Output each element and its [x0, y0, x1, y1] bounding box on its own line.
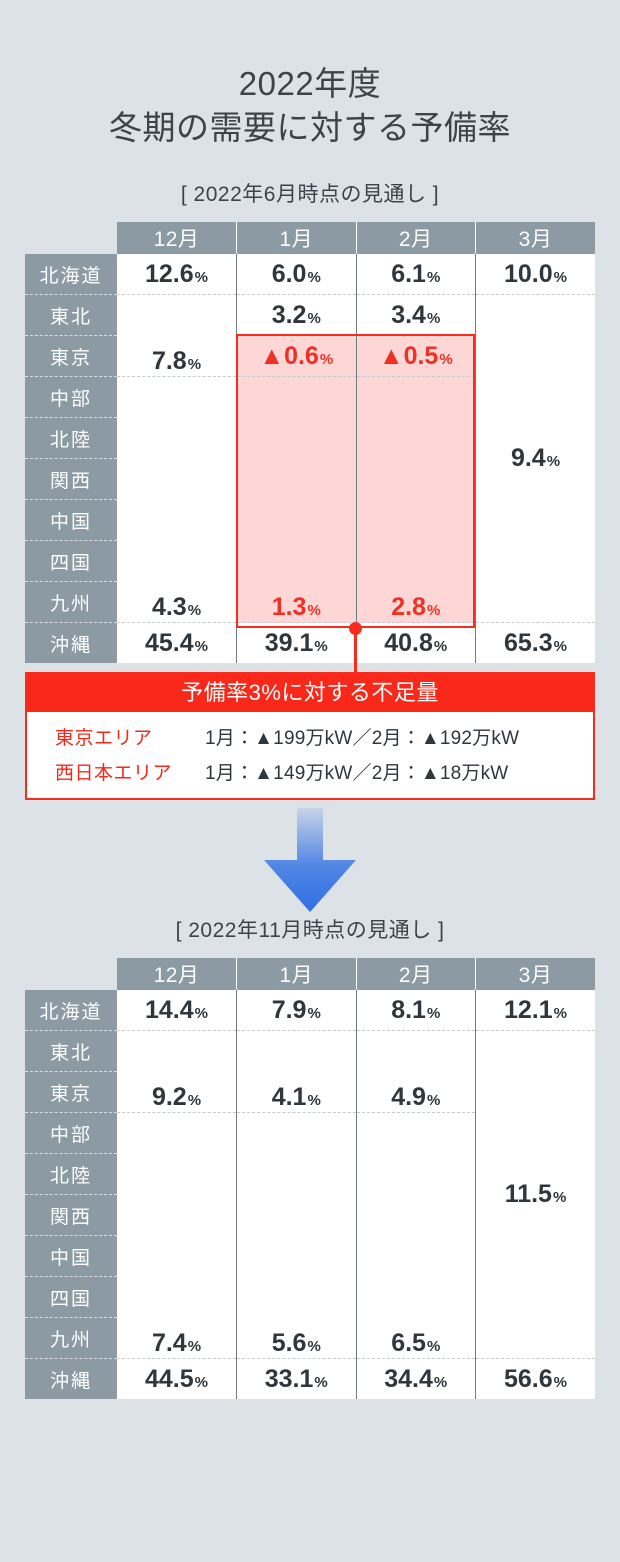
- page-title: 2022年度 冬期の需要に対する予備率: [0, 0, 620, 150]
- table2-wrapper: 12月 1月 2月 3月 北海道 14.4% 7.9% 8.1% 12.1% 東…: [25, 958, 595, 1399]
- table1-okinawa-jan: 39.1%: [236, 622, 357, 663]
- table1-row-label-kyushu: 九州: [25, 581, 117, 623]
- table1-wrapper: 12月 1月 2月 3月 北海道 12.6% 6.0% 6.1% 10.0% 東…: [25, 222, 595, 678]
- table2-hokkaido-mar: 12.1%: [475, 990, 595, 1031]
- table1-row-label-tohoku: 東北: [25, 294, 117, 336]
- table1-west-dec: 4.3%: [117, 376, 237, 623]
- table2-row-label-chubu: 中部: [25, 1112, 117, 1154]
- table1-row-label-hokkaido: 北海道: [25, 254, 117, 295]
- table2-corner-cell: [25, 958, 117, 990]
- table1-row-label-hokuriku: 北陸: [25, 417, 117, 459]
- title-line-1: 2022年度: [238, 65, 382, 102]
- deficit-area-west: 西日本エリア: [55, 763, 173, 784]
- table1-row-label-shikoku: 四国: [25, 540, 117, 582]
- table1-col-dec: 12月: [117, 222, 237, 254]
- table2-okinawa-dec: 44.5%: [117, 1358, 237, 1399]
- table2-row-label-shikoku: 四国: [25, 1276, 117, 1318]
- table2-col-feb: 2月: [356, 958, 476, 990]
- table2-okinawa-feb: 34.4%: [356, 1358, 476, 1399]
- table2-west-jan: 5.6%: [236, 1112, 357, 1359]
- table-row: 東北 9.2% 4.1% 4.9% 11.5%: [25, 1030, 595, 1359]
- table2-hokkaido-dec: 14.4%: [117, 990, 237, 1031]
- deficit-callout: 予備率3%に対する不足量 東京エリア 1月：▲199万kW／2月：▲192万kW…: [25, 672, 595, 800]
- table2-caption: [ 2022年11月時点の見通し ]: [175, 919, 445, 942]
- forecast-table-june: 12月 1月 2月 3月 北海道 12.6% 6.0% 6.1% 10.0% 東…: [25, 222, 595, 663]
- table1-caption: [ 2022年6月時点の見通し ]: [180, 183, 440, 206]
- table1-row-label-chubu: 中部: [25, 376, 117, 418]
- table2-mar-merged: 11.5%: [475, 1030, 595, 1359]
- table1-col-jan: 1月: [236, 222, 357, 254]
- table2-row-label-okinawa: 沖縄: [25, 1358, 117, 1399]
- table1-tokyo-jan: ▲0.6%: [236, 335, 357, 377]
- deficit-area-tokyo: 東京エリア: [55, 728, 153, 749]
- list-item: 西日本エリア 1月：▲149万kW／2月：▲18万kW: [27, 754, 593, 789]
- table1-hokkaido-dec: 12.6%: [117, 254, 237, 295]
- table1-west-feb: 2.8%: [356, 376, 476, 623]
- table1-col-feb: 2月: [356, 222, 476, 254]
- table2-tohoku-tokyo-dec: 9.2%: [117, 1030, 237, 1113]
- table2-tohoku-tokyo-jan: 4.1%: [236, 1030, 357, 1113]
- table1-okinawa-feb: 40.8%: [356, 622, 476, 663]
- table1-corner-cell: [25, 222, 117, 254]
- table2-row-label-tohoku: 東北: [25, 1030, 117, 1072]
- table1-col-mar: 3月: [475, 222, 595, 254]
- transition-arrow-wrapper: [0, 800, 620, 918]
- table2-row-label-kyushu: 九州: [25, 1317, 117, 1359]
- table2-okinawa-mar: 56.6%: [475, 1358, 595, 1399]
- table1-tokyo-feb: ▲0.5%: [356, 335, 476, 377]
- table1-row-label-chugoku: 中国: [25, 499, 117, 541]
- table2-okinawa-jan: 33.1%: [236, 1358, 357, 1399]
- table2-row-label-hokkaido: 北海道: [25, 990, 117, 1031]
- deficit-value-tokyo: 1月：▲199万kW／2月：▲192万kW: [205, 728, 520, 749]
- list-item: 東京エリア 1月：▲199万kW／2月：▲192万kW: [27, 719, 593, 754]
- table1-tohoku-feb: 3.4%: [356, 294, 476, 336]
- table-row: 北海道 12.6% 6.0% 6.1% 10.0%: [25, 254, 595, 295]
- table2-row-label-hokuriku: 北陸: [25, 1153, 117, 1195]
- table1-row-label-tokyo: 東京: [25, 335, 117, 377]
- table1-tohoku-jan: 3.2%: [236, 294, 357, 336]
- table-row: 東北 7.8% 3.2% 3.4% 9.4%: [25, 294, 595, 623]
- table2-row-label-kansai: 関西: [25, 1194, 117, 1236]
- table2-col-dec: 12月: [117, 958, 237, 990]
- table2-row-label-tokyo: 東京: [25, 1071, 117, 1113]
- table1-west-jan: 1.3%: [236, 376, 357, 623]
- table2-header-row: 12月 1月 2月 3月: [25, 958, 595, 990]
- table-row: 北海道 14.4% 7.9% 8.1% 12.1%: [25, 990, 595, 1031]
- deficit-callout-body: 東京エリア 1月：▲199万kW／2月：▲192万kW 西日本エリア 1月：▲1…: [27, 712, 593, 798]
- table1-hokkaido-feb: 6.1%: [356, 254, 476, 295]
- deficit-callout-heading: 予備率3%に対する不足量: [27, 674, 593, 712]
- deficit-value-west: 1月：▲149万kW／2月：▲18万kW: [205, 763, 509, 784]
- table2-west-dec: 7.4%: [117, 1112, 237, 1359]
- table1-hokkaido-mar: 10.0%: [475, 254, 595, 295]
- table2-west-feb: 6.5%: [356, 1112, 476, 1359]
- deficit-connector-line: [354, 628, 357, 678]
- table1-okinawa-dec: 45.4%: [117, 622, 237, 663]
- table2-col-jan: 1月: [236, 958, 357, 990]
- table2-row-label-chugoku: 中国: [25, 1235, 117, 1277]
- table-row: 沖縄 45.4% 39.1% 40.8% 65.3%: [25, 622, 595, 663]
- table2-hokkaido-jan: 7.9%: [236, 990, 357, 1031]
- table1-okinawa-mar: 65.3%: [475, 622, 595, 663]
- table1-row-label-kansai: 関西: [25, 458, 117, 500]
- down-arrow-icon: [264, 808, 356, 912]
- table1-header-row: 12月 1月 2月 3月: [25, 222, 595, 254]
- title-line-2: 冬期の需要に対する予備率: [109, 109, 511, 146]
- table-row: 沖縄 44.5% 33.1% 34.4% 56.6%: [25, 1358, 595, 1399]
- forecast-table-november: 12月 1月 2月 3月 北海道 14.4% 7.9% 8.1% 12.1% 東…: [25, 958, 595, 1399]
- table1-mar-merged: 9.4%: [475, 294, 595, 623]
- table2-hokkaido-feb: 8.1%: [356, 990, 476, 1031]
- table2-tohoku-tokyo-feb: 4.9%: [356, 1030, 476, 1113]
- table1-row-label-okinawa: 沖縄: [25, 622, 117, 663]
- table1-hokkaido-jan: 6.0%: [236, 254, 357, 295]
- table2-col-mar: 3月: [475, 958, 595, 990]
- table1-tohoku-tokyo-dec: 7.8%: [117, 294, 237, 377]
